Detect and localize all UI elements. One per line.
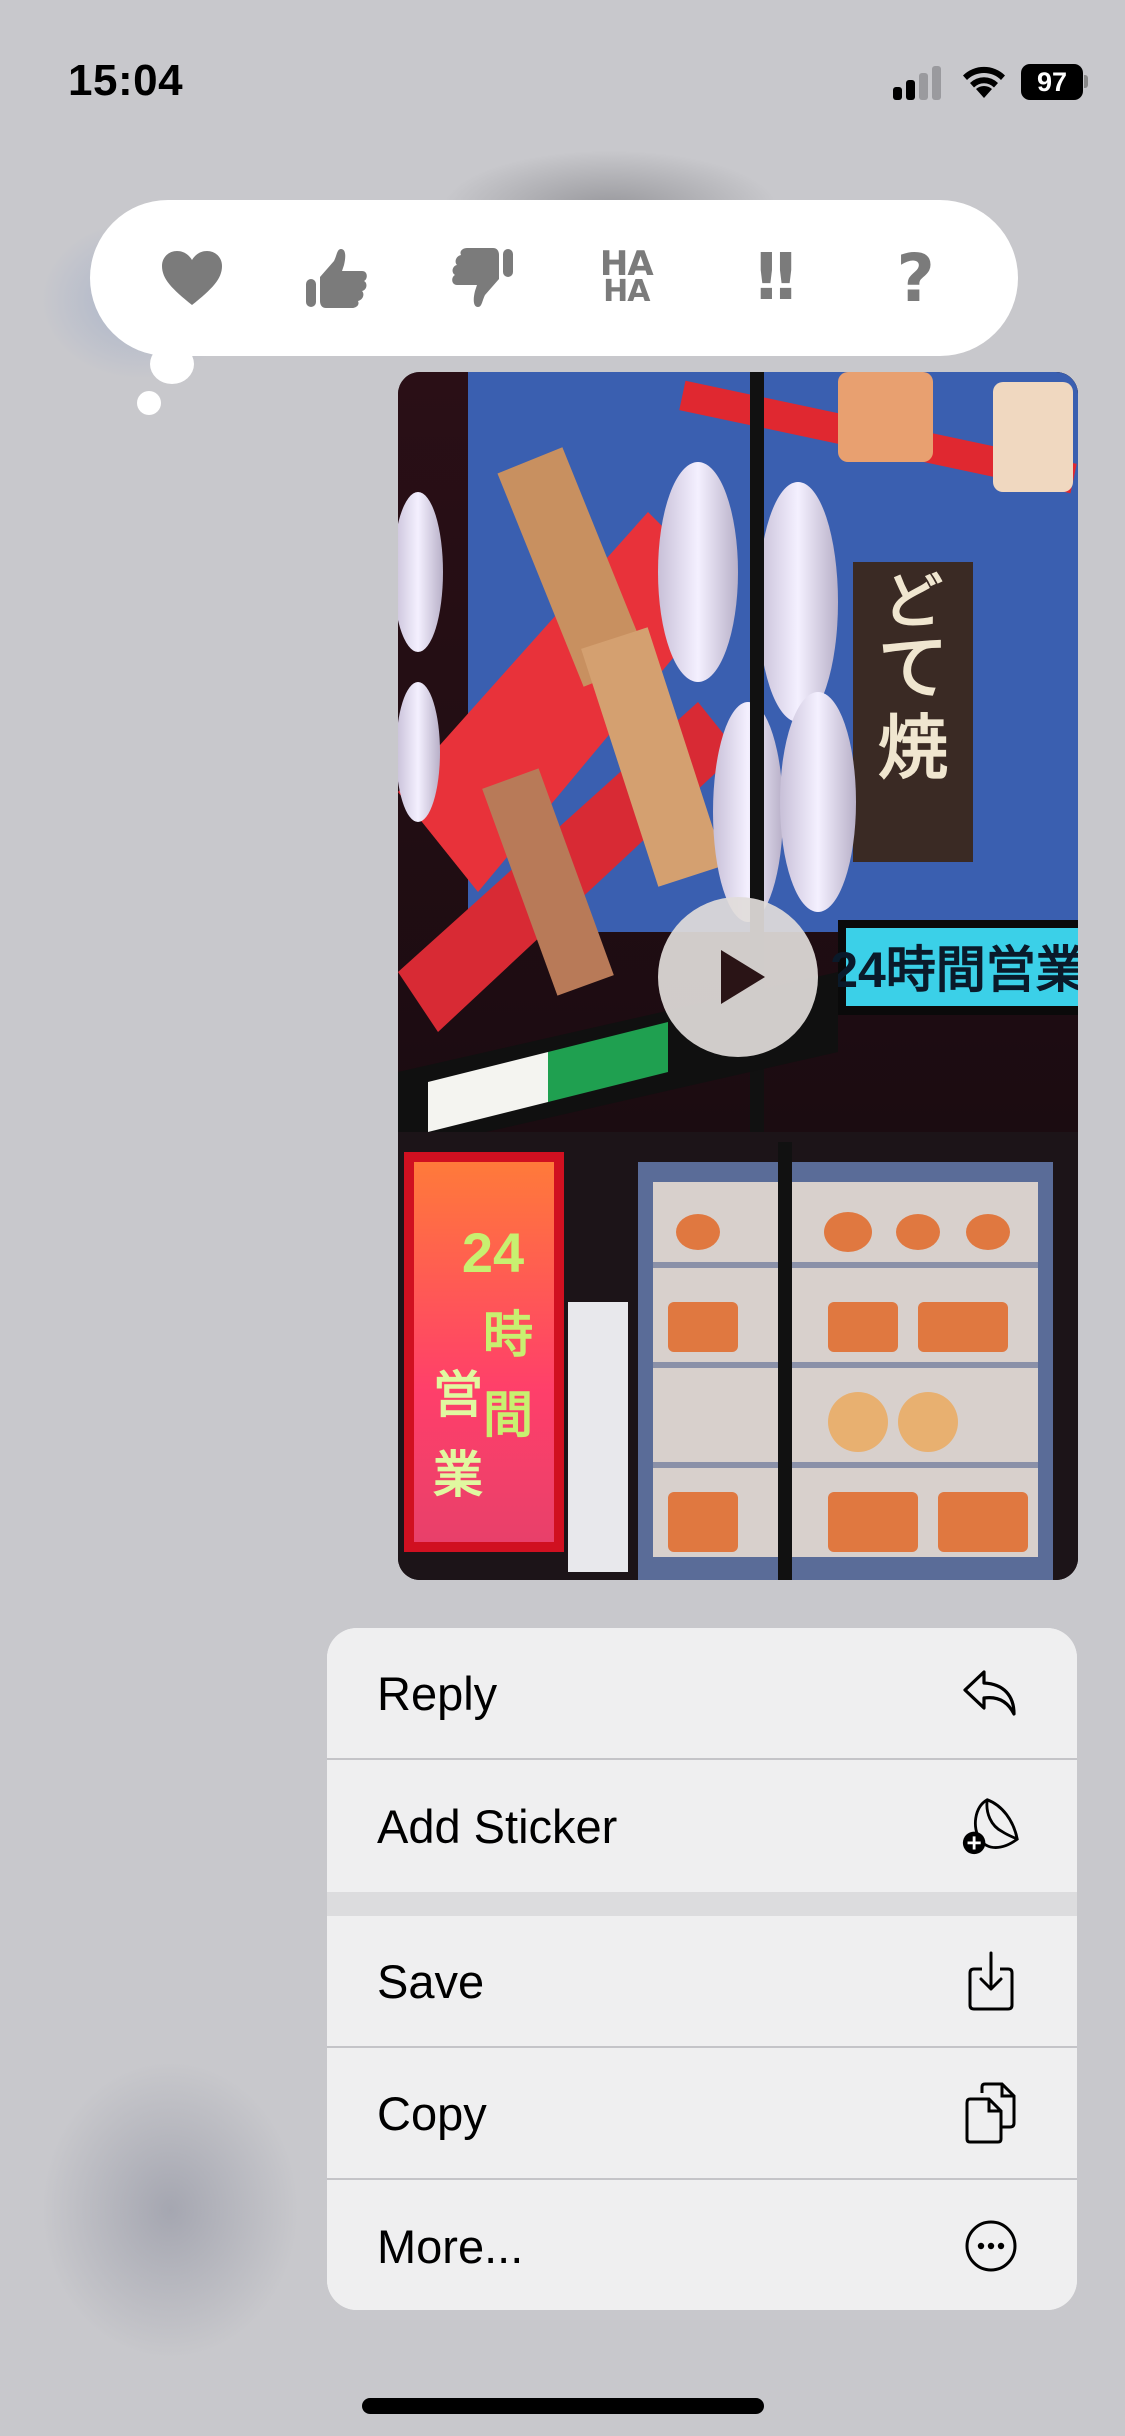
menu-item-save[interactable]: Save <box>327 1916 1077 2048</box>
svg-text:間: 間 <box>483 1387 533 1443</box>
double-exclamation-icon: !! <box>751 241 800 315</box>
tapback-thumbs-down-button[interactable] <box>437 233 527 323</box>
tapback-bubble-tail <box>137 391 161 415</box>
menu-item-add-sticker[interactable]: Add Sticker <box>327 1760 1077 1892</box>
svg-text:24時間営業: 24時間営業 <box>830 942 1078 998</box>
status-bar: 15:04 97 <box>0 0 1125 160</box>
svg-text:営: 営 <box>433 1367 483 1423</box>
status-time: 15:04 <box>68 56 184 105</box>
svg-text:時: 時 <box>483 1307 533 1363</box>
svg-text:て: て <box>878 629 948 707</box>
thumbs-up-icon <box>305 249 367 308</box>
battery-icon: 97 <box>1021 64 1088 100</box>
tapback-question-button[interactable]: ? <box>871 233 961 323</box>
context-menu: Reply Add Sticker Save Copy More... <box>327 1628 1077 2310</box>
add-sticker-icon <box>961 1796 1021 1856</box>
haha-icon: HA HA <box>599 244 654 309</box>
more-ellipsis-icon <box>961 2216 1021 2276</box>
reply-arrow-icon <box>961 1663 1021 1723</box>
menu-item-label: Add Sticker <box>377 1799 618 1853</box>
save-download-icon <box>961 1951 1021 2011</box>
background-blur <box>40 2060 300 2360</box>
menu-group-separator <box>327 1892 1077 1916</box>
svg-text:ど: ど <box>883 568 943 635</box>
svg-text:24: 24 <box>462 1221 524 1284</box>
play-icon <box>721 950 765 1004</box>
tapback-emphasize-button[interactable]: !! <box>726 233 816 323</box>
tapback-haha-button[interactable]: HA HA <box>581 233 671 323</box>
menu-item-copy[interactable]: Copy <box>327 2048 1077 2180</box>
svg-text:業: 業 <box>433 1447 483 1503</box>
menu-item-label: Save <box>377 1954 485 2008</box>
thumbs-down-icon <box>451 248 513 307</box>
heart-icon <box>162 251 223 305</box>
play-button[interactable] <box>658 897 818 1057</box>
question-mark-icon: ? <box>896 239 935 317</box>
menu-item-label: More... <box>377 2219 524 2273</box>
menu-item-label: Copy <box>377 2086 487 2140</box>
copy-documents-icon <box>961 2082 1021 2144</box>
tapback-bar: HA HA !! ? <box>90 200 1018 356</box>
menu-item-more[interactable]: More... <box>327 2180 1077 2310</box>
tapback-thumbs-up-button[interactable] <box>292 233 382 323</box>
cellular-signal-icon <box>893 66 943 100</box>
menu-item-reply[interactable]: Reply <box>327 1628 1077 1760</box>
home-indicator[interactable] <box>362 2398 764 2414</box>
tapback-heart-button[interactable] <box>147 233 237 323</box>
battery-percent: 97 <box>1021 64 1083 100</box>
menu-item-label: Reply <box>377 1666 498 1720</box>
wifi-icon <box>963 66 1005 98</box>
svg-text:焼: 焼 <box>878 709 948 787</box>
video-message[interactable]: 焼 て ど 24時間営業 24 時 営 間 業 <box>398 372 1078 1580</box>
